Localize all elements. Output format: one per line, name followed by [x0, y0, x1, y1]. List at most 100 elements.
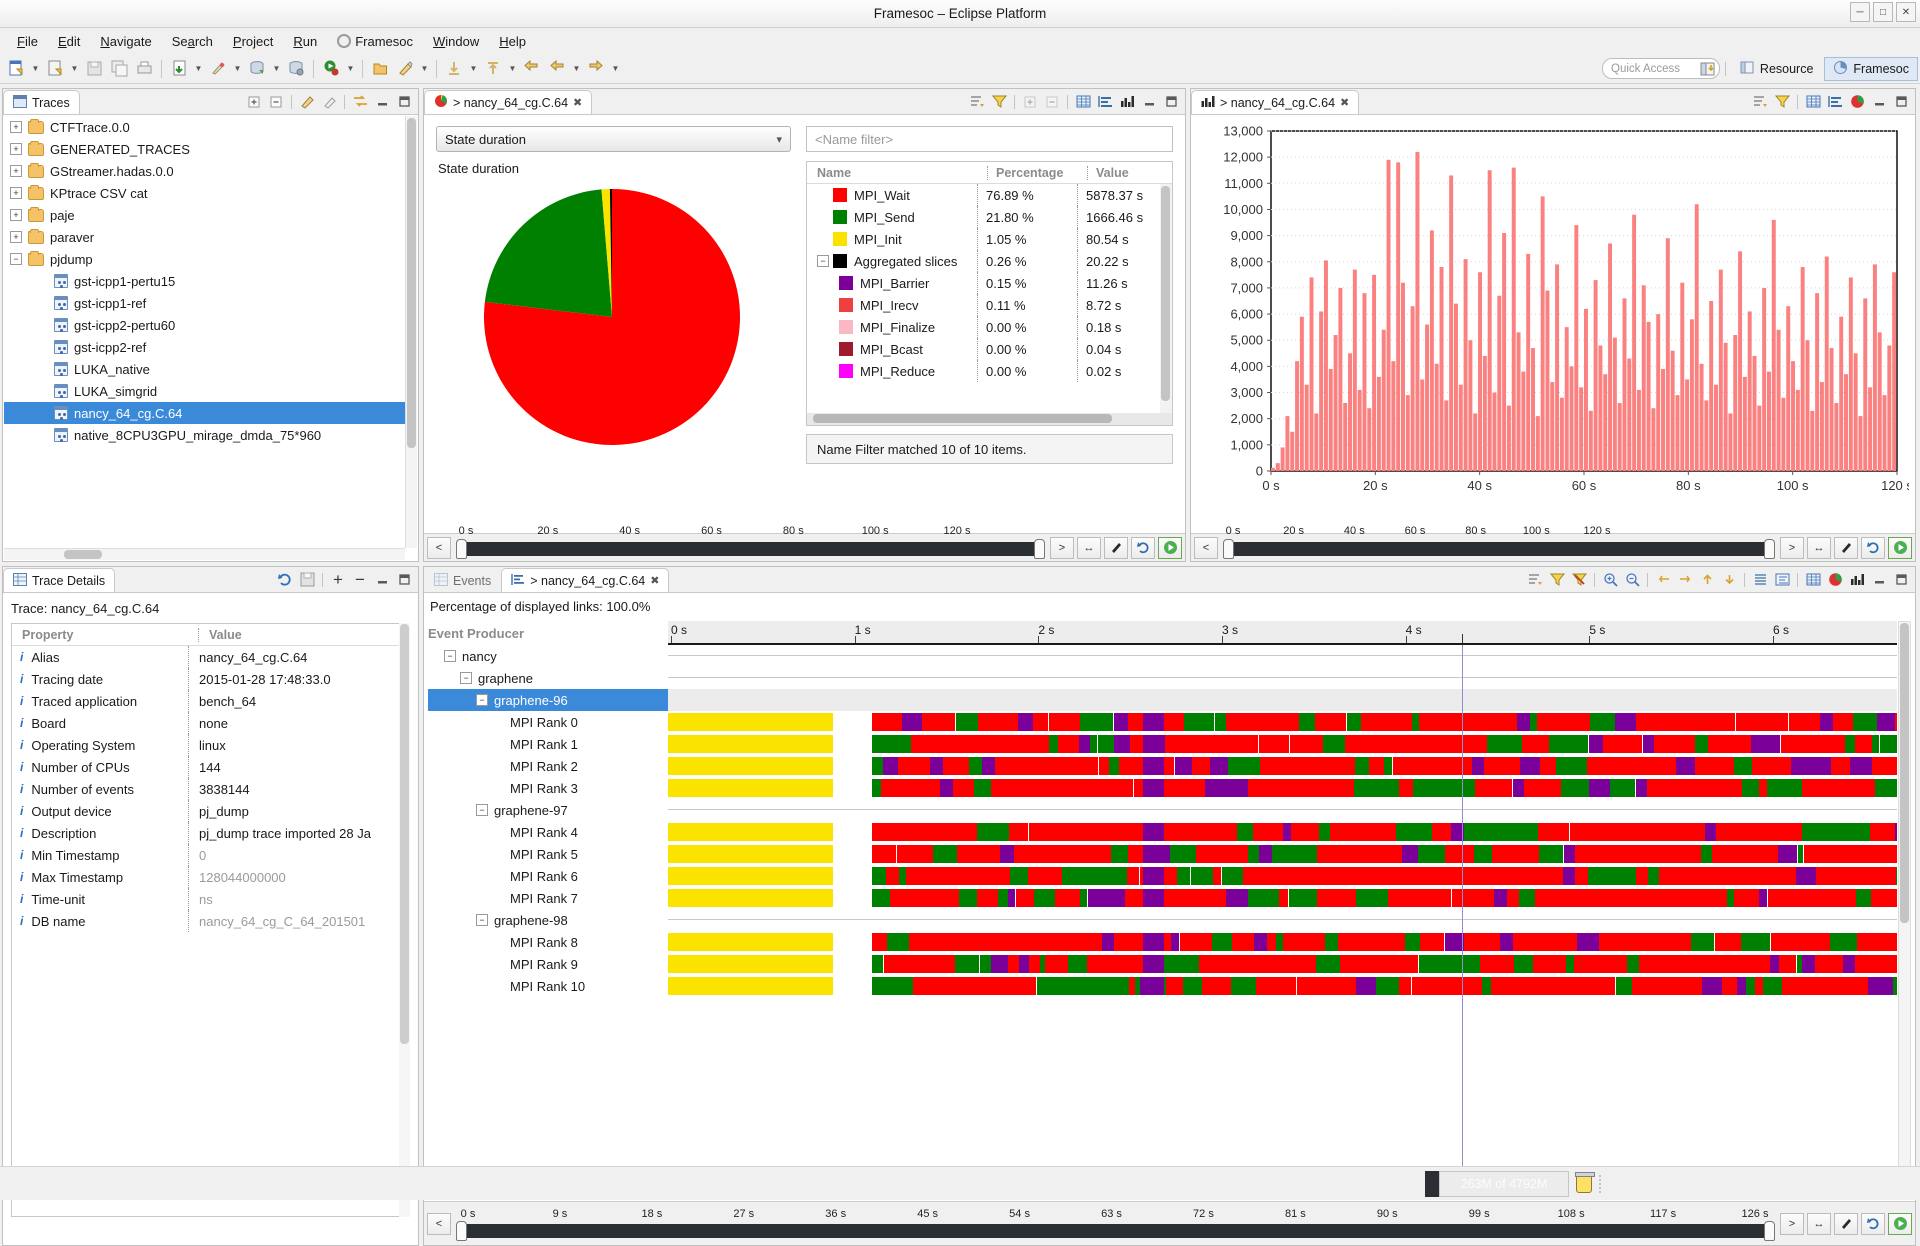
previous-annotation-icon[interactable]: [481, 57, 505, 81]
collapse-twisty-icon[interactable]: −: [817, 255, 829, 267]
trace-details-row[interactable]: iOutput devicepj_dump: [12, 800, 409, 822]
trace-details-row[interactable]: iDB namenancy_64_cg_C_64_201501: [12, 910, 409, 932]
gantt-icon[interactable]: [1825, 92, 1845, 112]
trace-folder-row[interactable]: +paraver: [4, 226, 405, 248]
gantt-leaf-row[interactable]: MPI Rank 8: [428, 931, 1897, 953]
perspective-framesoc[interactable]: Framesoc: [1824, 57, 1918, 81]
gantt-track[interactable]: [668, 689, 1897, 711]
database-dropdown-icon[interactable]: ▼: [270, 57, 283, 81]
trace-details-toolbar[interactable]: + −: [275, 567, 418, 592]
trace-row[interactable]: gst-icpp2-pertu60: [4, 314, 405, 336]
main-toolbar[interactable]: ▼ ▼ ▼ ▼ ▼ ▼ ▼ ▼ ▼ ▼ ▼ Quick Access Resou…: [0, 54, 1920, 84]
filter-rows-icon[interactable]: [967, 92, 987, 112]
hist-timebar-left-handle[interactable]: [1223, 539, 1234, 559]
tab-traces[interactable]: Traces: [3, 90, 80, 114]
clear-filter-icon[interactable]: [1569, 570, 1589, 590]
new-trace-dropdown-icon[interactable]: ▼: [29, 57, 42, 81]
arrow-up-icon[interactable]: [1697, 570, 1717, 590]
gantt-track[interactable]: [668, 887, 1897, 909]
histogram-minimize-icon[interactable]: [1869, 92, 1889, 112]
gantt-group-row[interactable]: −graphene-96: [428, 689, 1897, 711]
gantt-track[interactable]: [668, 667, 1897, 689]
statistics-table-scrollbar[interactable]: [1160, 184, 1172, 413]
menu-help[interactable]: Help: [490, 31, 535, 52]
collapse-twisty-icon[interactable]: −: [476, 914, 488, 926]
erase-trace-icon[interactable]: [319, 92, 339, 112]
trace-details-table[interactable]: Property Value iAliasnancy_64_cg.C.64iTr…: [11, 623, 410, 1217]
gantt-group-row[interactable]: −graphene: [428, 667, 1897, 689]
hist-timebar-right-handle[interactable]: [1764, 539, 1775, 559]
gantt-leaf-row[interactable]: MPI Rank 9: [428, 953, 1897, 975]
trace-row[interactable]: LUKA_simgrid: [4, 380, 405, 402]
new-wizard-dropdown-icon[interactable]: ▼: [68, 57, 81, 81]
expand-twisty-icon[interactable]: +: [10, 209, 22, 221]
menu-framesoc[interactable]: Framesoc: [328, 31, 422, 52]
open-perspective-icon[interactable]: [1696, 57, 1720, 81]
open-resource-icon[interactable]: [368, 57, 392, 81]
histogram-maximize-icon[interactable]: [1891, 92, 1911, 112]
collapse-icon[interactable]: [1042, 92, 1062, 112]
trace-folder-row[interactable]: +GENERATED_TRACES: [4, 138, 405, 160]
gantt-track[interactable]: [668, 733, 1897, 755]
gantt-leaf-row[interactable]: MPI Rank 1: [428, 733, 1897, 755]
histogram-view-toolbar[interactable]: [1750, 89, 1915, 114]
gantt-timebar[interactable]: < 0 s9 s18 s27 s36 s45 s54 s63 s72 s81 s…: [424, 1201, 1915, 1245]
menubar[interactable]: File Edit Navigate Search Project Run Fr…: [0, 28, 1920, 54]
hist-timebar-play-button[interactable]: [1888, 537, 1912, 559]
zoom-out-icon[interactable]: [1622, 570, 1642, 590]
stats-timebar-next-button[interactable]: >: [1050, 537, 1074, 559]
tab-events[interactable]: Events: [424, 568, 501, 592]
stats-timebar-edit-button[interactable]: [1104, 537, 1128, 559]
gantt-track[interactable]: [668, 755, 1897, 777]
gantt-vertical-scrollbar[interactable]: [1898, 621, 1911, 1175]
gantt-timebar-edit-button[interactable]: [1834, 1213, 1858, 1235]
gantt-timebar-left-handle[interactable]: [456, 1221, 467, 1241]
list-icon[interactable]: [1750, 570, 1770, 590]
expand-twisty-icon[interactable]: +: [10, 165, 22, 177]
import-dropdown-icon[interactable]: ▼: [192, 57, 205, 81]
gantt-icon[interactable]: [1095, 92, 1115, 112]
histogram-icon[interactable]: [1847, 570, 1867, 590]
collapse-all-icon[interactable]: [266, 92, 286, 112]
trace-row[interactable]: gst-icpp1-ref: [4, 292, 405, 314]
expand-all-icon[interactable]: [244, 92, 264, 112]
tab-trace-details[interactable]: Trace Details: [3, 568, 115, 592]
pie-chart-icon[interactable]: [1847, 92, 1867, 112]
print-icon[interactable]: [132, 57, 156, 81]
stats-timebar-left-handle[interactable]: [456, 539, 467, 559]
statistics-row[interactable]: MPI_Init1.05 %80.54 s: [807, 228, 1172, 250]
trace-folder-row[interactable]: −pjdump: [4, 248, 405, 270]
trace-details-row[interactable]: iTracing date2015-01-28 17:48:33.0: [12, 668, 409, 690]
gantt-leaf-row[interactable]: MPI Rank 5: [428, 843, 1897, 865]
back-icon[interactable]: [545, 57, 569, 81]
import-icon[interactable]: [167, 57, 191, 81]
gantt-timebar-next-button[interactable]: >: [1780, 1213, 1804, 1235]
hist-timebar-track[interactable]: 0 s20 s40 s60 s80 s100 s120 s: [1221, 537, 1777, 559]
filter-icon[interactable]: [989, 92, 1009, 112]
statistics-row[interactable]: MPI_Bcast0.00 %0.04 s: [807, 338, 1172, 360]
filter-rows-icon[interactable]: [1525, 570, 1545, 590]
gantt-track[interactable]: [668, 645, 1897, 667]
gantt-track[interactable]: [668, 799, 1897, 821]
trace-details-row[interactable]: iBoardnone: [12, 712, 409, 734]
expand-twisty-icon[interactable]: +: [10, 143, 22, 155]
tree-icon[interactable]: [1772, 570, 1792, 590]
tab-histogram[interactable]: > nancy_64_cg.C.64 ✖: [1191, 90, 1359, 114]
hist-timebar-next-button[interactable]: >: [1780, 537, 1804, 559]
gantt-track[interactable]: [668, 975, 1897, 997]
window-controls[interactable]: ─ □ ✕: [1850, 2, 1916, 22]
traces-minimize-icon[interactable]: [372, 92, 392, 112]
collapse-twisty-icon[interactable]: −: [10, 253, 22, 265]
gantt-timebar-track[interactable]: 0 s9 s18 s27 s36 s45 s54 s63 s72 s81 s90…: [454, 1208, 1777, 1240]
gantt-maximize-icon[interactable]: [1891, 570, 1911, 590]
trace-row[interactable]: gst-icpp2-ref: [4, 336, 405, 358]
forward-icon[interactable]: [584, 57, 608, 81]
back-dropdown-icon[interactable]: ▼: [570, 57, 583, 81]
statistics-row[interactable]: −Aggregated slices0.26 %20.22 s: [807, 250, 1172, 272]
launch-icon[interactable]: [206, 57, 230, 81]
gantt-group-row[interactable]: −nancy: [428, 645, 1897, 667]
remove-icon[interactable]: −: [350, 570, 370, 590]
gantt-group-row[interactable]: −graphene-97: [428, 799, 1897, 821]
new-trace-icon[interactable]: [4, 57, 28, 81]
refresh-icon[interactable]: [275, 570, 295, 590]
